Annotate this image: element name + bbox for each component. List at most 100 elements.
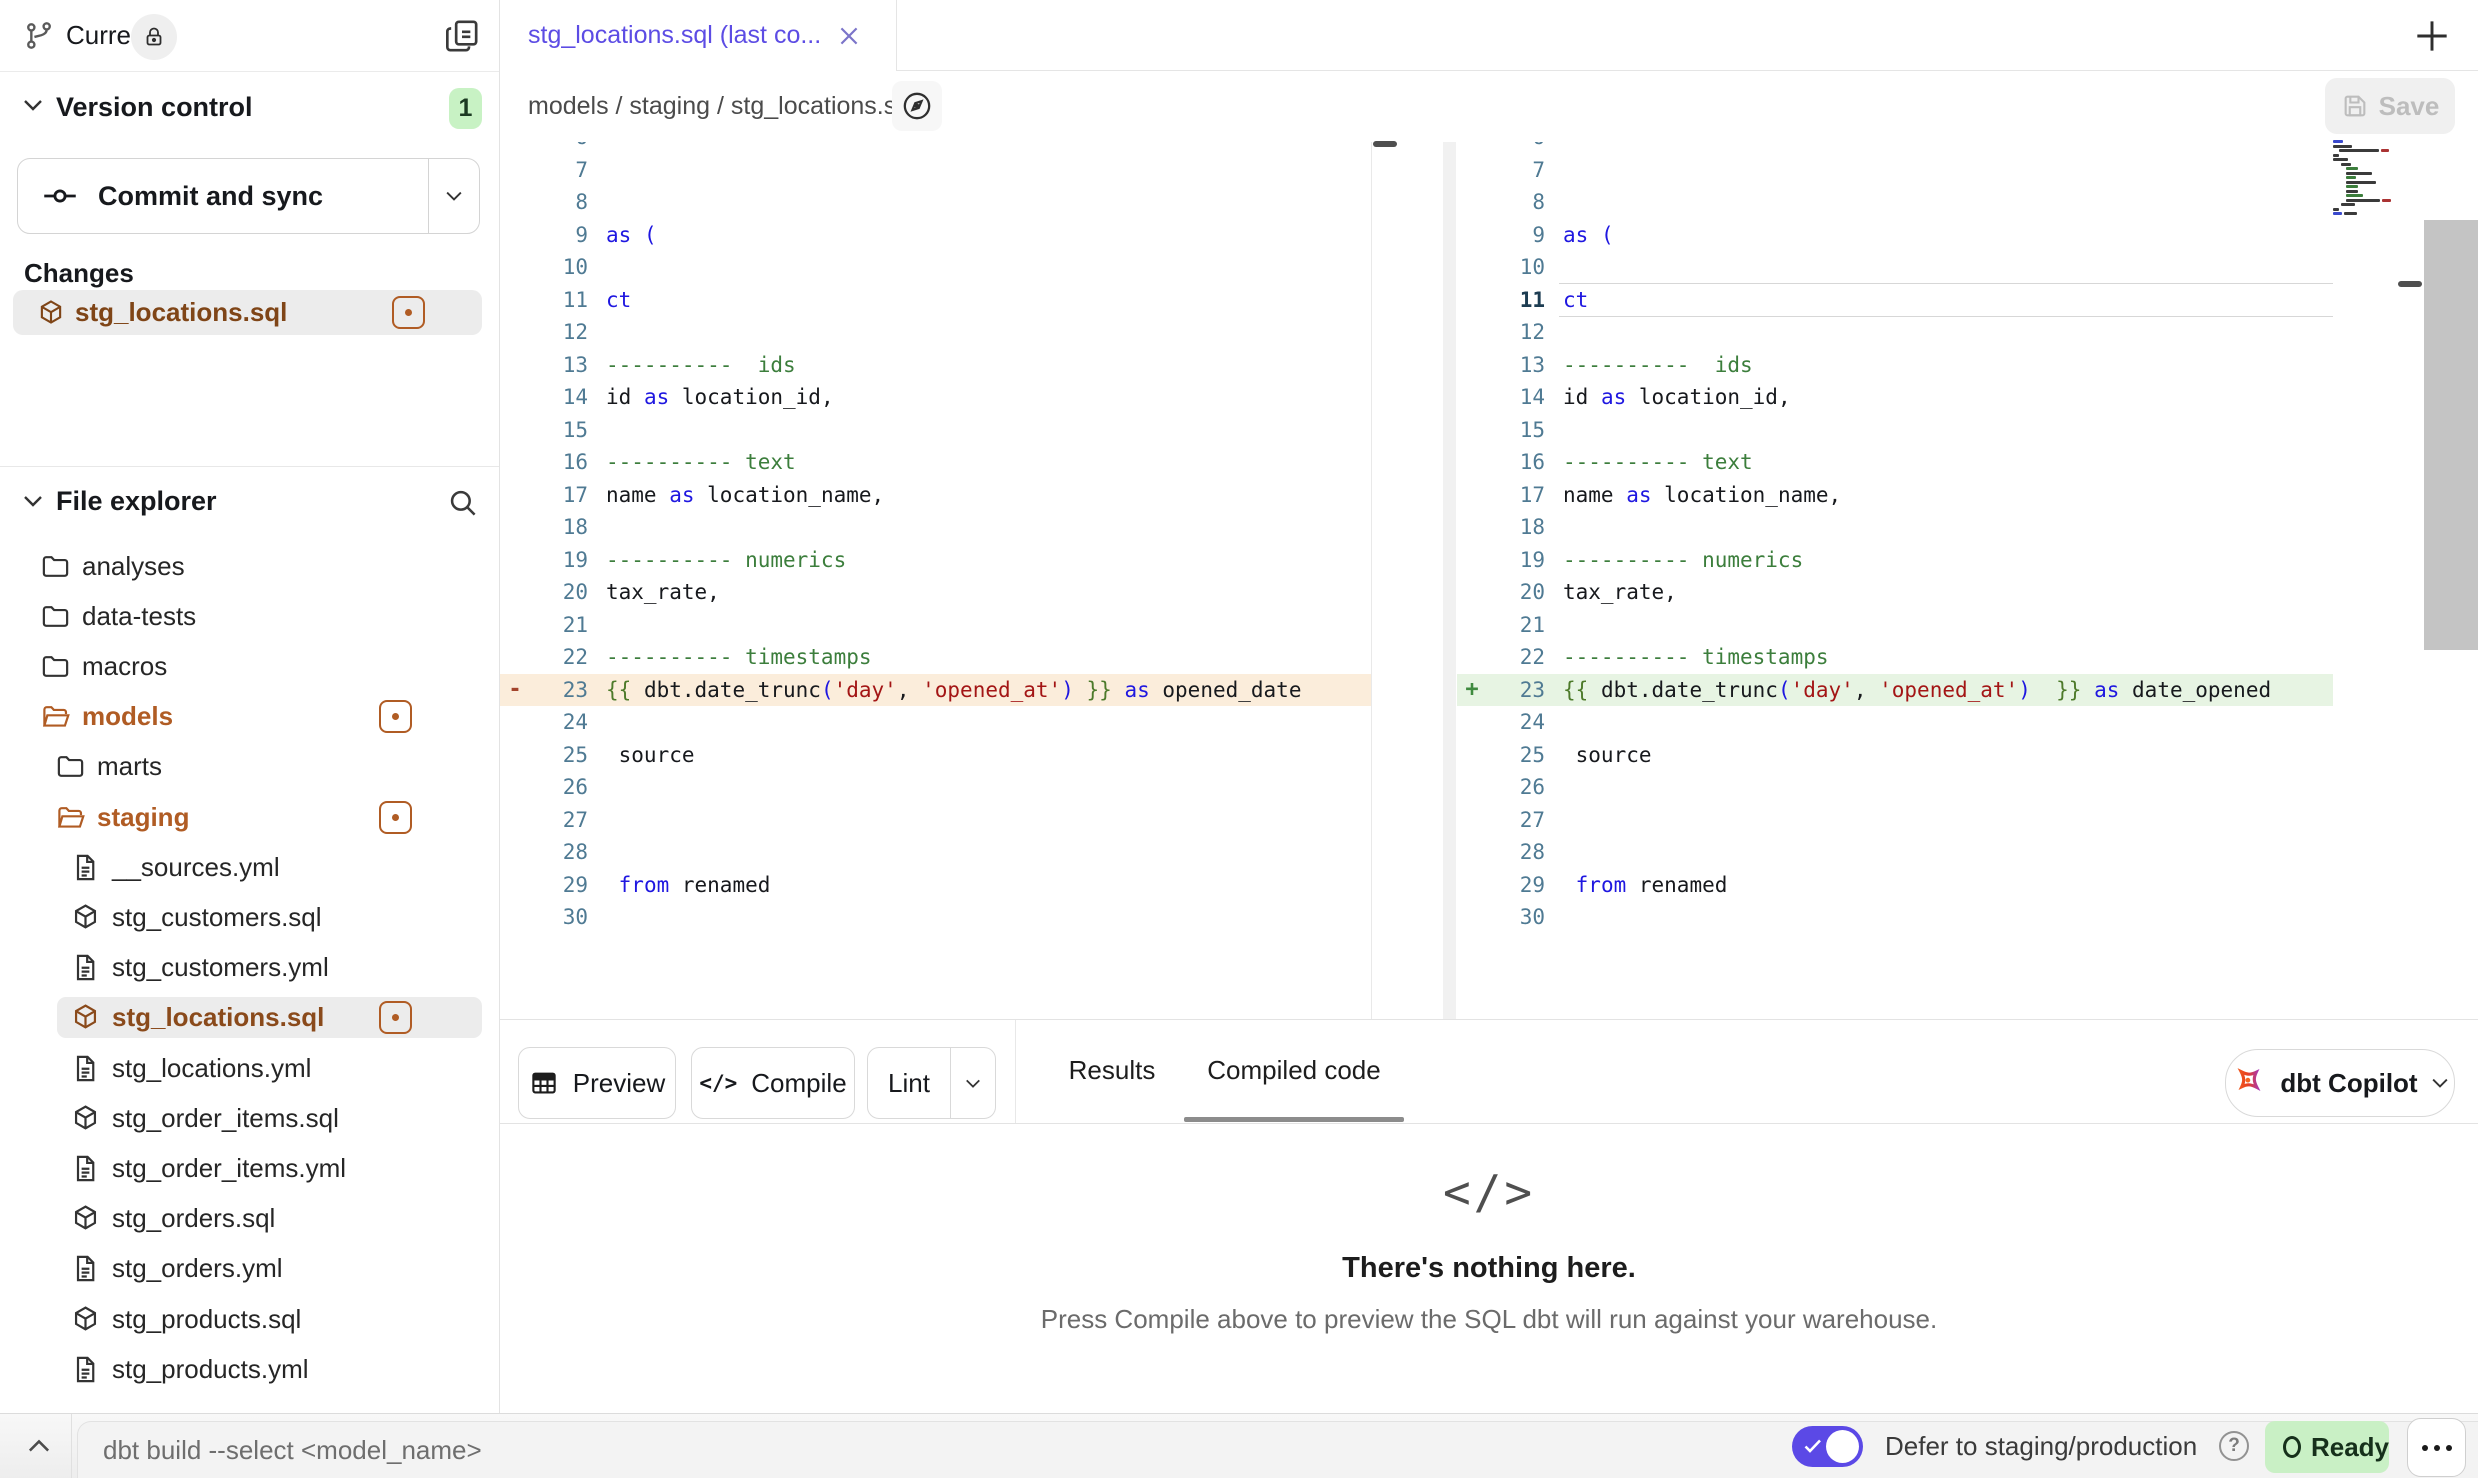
dbt-copilot-button[interactable]: dbt Copilot bbox=[2225, 1049, 2455, 1117]
file-explorer-item-analyses[interactable]: analyses bbox=[0, 546, 499, 587]
breadcrumb[interactable]: models / staging / stg_locations.sql bbox=[528, 71, 916, 142]
code-line-26[interactable]: 26 bbox=[1457, 771, 2333, 804]
search-icon[interactable] bbox=[446, 486, 480, 520]
code-line-26[interactable]: 26 bbox=[500, 771, 1371, 804]
file-explorer-item-stg_customers.yml[interactable]: stg_customers.yml bbox=[0, 947, 499, 988]
code-line-8[interactable]: 8 bbox=[1457, 186, 2333, 219]
code-line-30[interactable]: 30 bbox=[500, 901, 1371, 934]
code-line-6[interactable]: 6 bbox=[1457, 142, 2333, 154]
code-line-18[interactable]: 18 bbox=[500, 511, 1371, 544]
file-explorer-item-macros[interactable]: macros bbox=[0, 646, 499, 687]
code-line-16[interactable]: 16---------- text bbox=[500, 446, 1371, 479]
version-control-title[interactable]: Version control bbox=[56, 92, 253, 123]
commit-and-sync-button[interactable]: Commit and sync bbox=[18, 159, 451, 233]
code-line-25[interactable]: 25 source bbox=[1457, 739, 2333, 772]
code-line-14[interactable]: 14id as location_id, bbox=[500, 381, 1371, 414]
left-pane-scrollbar-thumb[interactable] bbox=[1373, 141, 1397, 147]
code-line-7[interactable]: 7 bbox=[500, 154, 1371, 187]
code-line-8[interactable]: 8 bbox=[500, 186, 1371, 219]
code-line-24[interactable]: 24 bbox=[1457, 706, 2333, 739]
file-explorer-item-stg_products.yml[interactable]: stg_products.yml bbox=[0, 1349, 499, 1390]
file-explorer-item-stg_orders.yml[interactable]: stg_orders.yml bbox=[0, 1248, 499, 1289]
code-line-15[interactable]: 15 bbox=[1457, 414, 2333, 447]
code-line-10[interactable]: 10 bbox=[500, 251, 1371, 284]
code-line-20[interactable]: 20tax_rate, bbox=[500, 576, 1371, 609]
code-line-19[interactable]: 19---------- numerics bbox=[1457, 544, 2333, 577]
command-input[interactable]: dbt build --select <model_name> bbox=[103, 1421, 482, 1478]
right-pane-scrollbar-thumb[interactable] bbox=[2398, 281, 2422, 287]
file-explorer-item-data-tests[interactable]: data-tests bbox=[0, 596, 499, 637]
code-line-11[interactable]: 11ct bbox=[1457, 284, 2333, 317]
lint-button[interactable]: Lint bbox=[868, 1068, 950, 1099]
code-line-22[interactable]: 22---------- timestamps bbox=[1457, 641, 2333, 674]
minimap[interactable] bbox=[2333, 138, 2397, 216]
code-line-12[interactable]: 12 bbox=[1457, 316, 2333, 349]
file-explorer-item-stg_products.sql[interactable]: stg_products.sql bbox=[0, 1299, 499, 1340]
code-line-12[interactable]: 12 bbox=[500, 316, 1371, 349]
code-line-16[interactable]: 16---------- text bbox=[1457, 446, 2333, 479]
file-explorer-chevron-icon[interactable] bbox=[22, 494, 44, 508]
window-scrollbar[interactable] bbox=[2424, 220, 2478, 650]
code-line-15[interactable]: 15 bbox=[500, 414, 1371, 447]
code-line-29[interactable]: 29 from renamed bbox=[1457, 869, 2333, 902]
code-line-28[interactable]: 28 bbox=[500, 836, 1371, 869]
code-line-28[interactable]: 28 bbox=[1457, 836, 2333, 869]
overflow-menu-button[interactable] bbox=[2407, 1418, 2466, 1477]
lint-dropdown[interactable] bbox=[950, 1048, 995, 1118]
tab-results[interactable]: Results bbox=[1040, 1020, 1184, 1121]
compile-button[interactable]: </> Compile bbox=[691, 1047, 855, 1119]
code-line-21[interactable]: 21 bbox=[1457, 609, 2333, 642]
code-line-18[interactable]: 18 bbox=[1457, 511, 2333, 544]
code-line-17[interactable]: 17name as location_name, bbox=[1457, 479, 2333, 512]
code-line-9[interactable]: 9as ( bbox=[500, 219, 1371, 252]
lineage-compass-button[interactable] bbox=[892, 81, 942, 131]
file-explorer-title[interactable]: File explorer bbox=[56, 486, 217, 517]
code-line-24[interactable]: 24 bbox=[500, 706, 1371, 739]
editor-tab[interactable]: stg_locations.sql (last co... bbox=[500, 0, 897, 71]
code-line-30[interactable]: 30 bbox=[1457, 901, 2333, 934]
changed-file-row[interactable]: stg_locations.sql bbox=[13, 290, 482, 335]
code-line-11[interactable]: 11ct bbox=[500, 284, 1371, 317]
code-line-23[interactable]: +23{{ dbt.date_trunc('day', 'opened_at')… bbox=[1457, 674, 2333, 707]
help-icon[interactable]: ? bbox=[2219, 1431, 2249, 1461]
code-line-9[interactable]: 9as ( bbox=[1457, 219, 2333, 252]
tab-compiled-code[interactable]: Compiled code bbox=[1184, 1020, 1404, 1121]
defer-toggle[interactable] bbox=[1792, 1426, 1863, 1467]
code-line-23[interactable]: -23{{ dbt.date_trunc('day', 'opened_at')… bbox=[500, 674, 1371, 707]
code-line-29[interactable]: 29 from renamed bbox=[500, 869, 1371, 902]
file-explorer-item-stg_customers.sql[interactable]: stg_customers.sql bbox=[0, 897, 499, 938]
file-explorer-item-marts[interactable]: marts bbox=[0, 746, 499, 787]
file-explorer-item-stg_locations.sql[interactable]: stg_locations.sql bbox=[0, 997, 499, 1038]
file-explorer-item-stg_order_items.yml[interactable]: stg_order_items.yml bbox=[0, 1148, 499, 1189]
code-line-21[interactable]: 21 bbox=[500, 609, 1371, 642]
file-explorer-item-stg_locations.yml[interactable]: stg_locations.yml bbox=[0, 1048, 499, 1089]
new-tab-plus-icon[interactable] bbox=[2410, 14, 2454, 58]
code-line-19[interactable]: 19---------- numerics bbox=[500, 544, 1371, 577]
code-line-22[interactable]: 22---------- timestamps bbox=[500, 641, 1371, 674]
chevron-up-icon[interactable] bbox=[26, 1438, 52, 1454]
status-badge[interactable]: Ready bbox=[2265, 1421, 2389, 1473]
diff-editor-original[interactable]: 6789as (1011ct1213---------- ids14id as … bbox=[500, 142, 1372, 1019]
file-explorer-item-stg_order_items.sql[interactable]: stg_order_items.sql bbox=[0, 1098, 499, 1139]
code-line-27[interactable]: 27 bbox=[1457, 804, 2333, 837]
code-line-14[interactable]: 14id as location_id, bbox=[1457, 381, 2333, 414]
save-button[interactable]: Save bbox=[2325, 78, 2455, 134]
code-line-6[interactable]: 6 bbox=[500, 142, 1371, 154]
code-line-7[interactable]: 7 bbox=[1457, 154, 2333, 187]
file-explorer-item-staging[interactable]: staging bbox=[0, 797, 499, 838]
preview-button[interactable]: Preview bbox=[518, 1047, 676, 1119]
file-explorer-item-stg_orders.sql[interactable]: stg_orders.sql bbox=[0, 1198, 499, 1239]
code-line-10[interactable]: 10 bbox=[1457, 251, 2333, 284]
copy-files-icon[interactable] bbox=[442, 16, 482, 56]
diff-editor-modified[interactable]: 6789as (1011ct1213---------- ids14id as … bbox=[1457, 142, 2333, 1019]
file-explorer-item-__sources.yml[interactable]: __sources.yml bbox=[0, 847, 499, 888]
code-line-13[interactable]: 13---------- ids bbox=[1457, 349, 2333, 382]
code-line-17[interactable]: 17name as location_name, bbox=[500, 479, 1371, 512]
code-line-25[interactable]: 25 source bbox=[500, 739, 1371, 772]
file-explorer-item-models[interactable]: models bbox=[0, 696, 499, 737]
commit-options-dropdown[interactable] bbox=[428, 159, 479, 233]
code-line-27[interactable]: 27 bbox=[500, 804, 1371, 837]
close-icon[interactable] bbox=[836, 23, 862, 49]
code-line-20[interactable]: 20tax_rate, bbox=[1457, 576, 2333, 609]
version-control-chevron-icon[interactable] bbox=[22, 98, 44, 112]
